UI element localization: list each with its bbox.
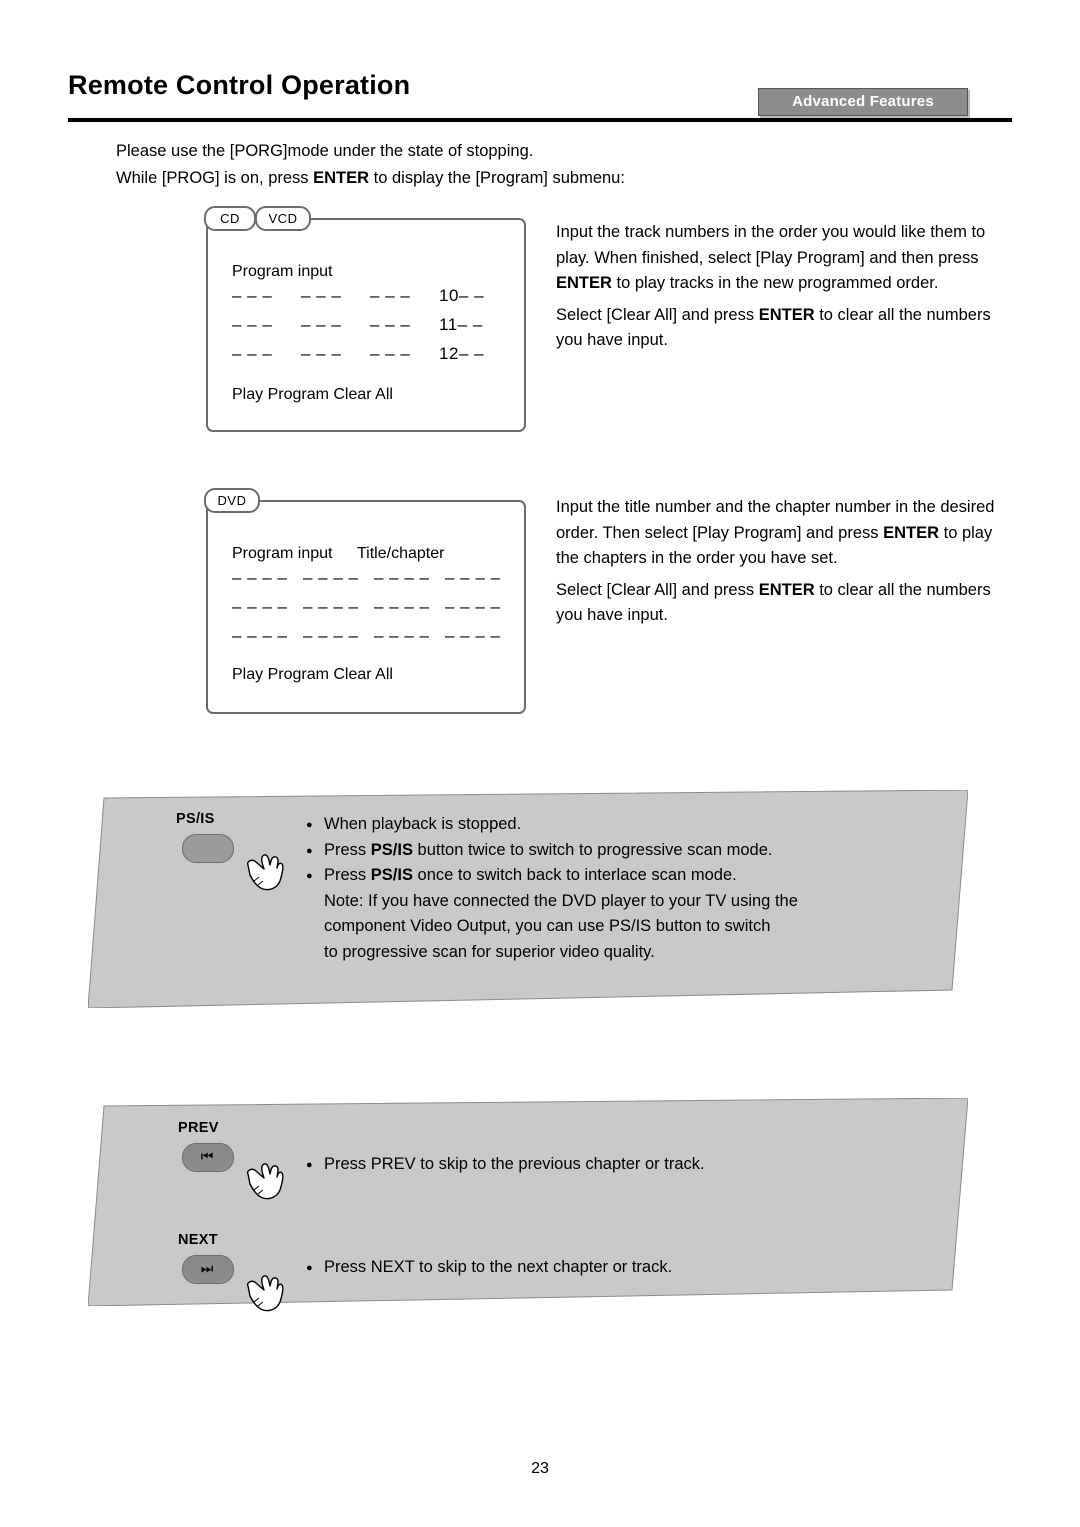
description-dvd-paragraph-1: Input the title number and the chapter n…	[556, 495, 1012, 572]
prev-instruction-list: Press PREV to skip to the previous chapt…	[306, 1152, 906, 1178]
description-dvd-paragraph-2: Select [Clear All] and press ENTER to cl…	[556, 578, 1012, 629]
description-cd-vcd: Input the track numbers in the order you…	[556, 220, 1012, 354]
osd-cd-cell-1-2: – – –	[301, 286, 342, 305]
psis-note-line-3: to progressive scan for superior video q…	[324, 942, 655, 961]
intro-line-2-part-c: to display the [Program] submenu:	[369, 169, 625, 187]
osd-dvd-cell-3-3: – – – –	[374, 626, 430, 645]
osd-dvd-cell-1-4: – – – –	[445, 568, 501, 587]
intro-text: Please use the [PORG]mode under the stat…	[116, 138, 625, 192]
psis-instruction-list: When playback is stopped. Press PS/IS bu…	[306, 812, 906, 965]
osd-cd-footer-options: Play Program Clear All	[232, 386, 393, 403]
header-divider	[68, 118, 1012, 122]
section-tab-label: Advanced Features	[792, 93, 934, 110]
psis-line-1-a: When playback is stopped.	[324, 815, 522, 833]
osd-dvd-cell-2-1: – – – –	[232, 597, 288, 616]
osd-cd-heading: Program input	[232, 263, 333, 280]
intro-line-1: Please use the [PORG]mode under the stat…	[116, 142, 534, 160]
osd-dvd-footer-options: Play Program Clear All	[232, 666, 393, 683]
osd-cd-cell-3-3: – – –	[370, 344, 411, 363]
psis-line-3: Press PS/IS once to switch back to inter…	[306, 863, 906, 889]
next-instruction-list: Press NEXT to skip to the next chapter o…	[306, 1255, 906, 1281]
next-button-label: NEXT	[178, 1232, 218, 1248]
page-number: 23	[531, 1460, 549, 1477]
psis-line-3-keyword: PS/IS	[370, 866, 413, 884]
description-cd-paragraph-2: Select [Clear All] and press ENTER to cl…	[556, 303, 1012, 354]
osd-dvd-cell-2-2: – – – –	[303, 597, 359, 616]
osd-dvd-cell-2-3: – – – –	[374, 597, 430, 616]
osd-cd-cell-1-1: – – –	[232, 286, 273, 305]
psis-line-2-c: button twice to switch to progressive sc…	[412, 840, 773, 859]
osd-cd-cell-1-4: 10– –	[439, 286, 485, 305]
osd-cd-cell-3-4: 12– –	[439, 344, 485, 363]
osd-dvd-cell-1-3: – – – –	[374, 568, 430, 587]
pointing-hand-icon-prev	[246, 1163, 284, 1200]
page-header: Remote Control Operation Advanced Featur…	[68, 70, 1012, 122]
intro-enter-keyword: ENTER	[313, 169, 370, 187]
osd-cd-cell-3-1: – – –	[232, 344, 273, 363]
osd-cd-row-1: – – – – – – – – – 10– –	[232, 286, 508, 306]
prev-button-label: PREV	[178, 1120, 219, 1136]
psis-line-2-keyword: PS/IS	[370, 840, 413, 859]
desc-cd-p1-enter: ENTER	[556, 274, 612, 292]
osd-cd-cell-2-2: – – –	[301, 315, 342, 334]
description-cd-paragraph-1: Input the track numbers in the order you…	[556, 220, 1012, 297]
osd-cd-cell-2-3: – – –	[370, 315, 411, 334]
osd-dvd-heading-title-chapter: Title/chapter	[357, 545, 445, 562]
osd-cd-cell-1-3: – – –	[370, 286, 411, 305]
osd-cd-cell-3-2: – – –	[301, 344, 342, 363]
desc-dvd-p1-enter: ENTER	[883, 523, 940, 542]
desc-cd-p1-a: Input the track numbers in the order you…	[556, 223, 986, 267]
next-skip-icon: ⏭	[200, 1260, 214, 1276]
psis-note-line-1: Note: If you have connected the DVD play…	[324, 891, 798, 910]
intro-line-2-part-a: While [PROG] is on, press	[116, 169, 314, 187]
desc-cd-p1-c: to play tracks in the new programmed ord…	[611, 274, 939, 292]
psis-line-2-a: Press	[324, 840, 371, 859]
osd-dvd-cell-2-4: – – – –	[445, 597, 501, 616]
intro-line-2: While [PROG] is on, press ENTER to displ…	[116, 165, 625, 192]
osd-dvd-cell-1-1: – – – –	[232, 568, 288, 587]
osd-dvd-cell-1-2: – – – –	[303, 568, 359, 587]
osd-cd-cell-2-4: 11– –	[439, 315, 483, 334]
psis-note-line-2: component Video Output, you can use PS/I…	[324, 917, 771, 935]
page-title: Remote Control Operation	[68, 70, 411, 100]
desc-dvd-p2-enter: ENTER	[758, 580, 815, 599]
psis-line-3-c: once to switch back to interlace scan mo…	[412, 866, 737, 884]
desc-cd-p2-a: Select [Clear All] and press	[556, 305, 759, 324]
psis-line-1: When playback is stopped.	[306, 812, 906, 838]
next-instruction-line: Press NEXT to skip to the next chapter o…	[306, 1255, 906, 1281]
prev-skip-icon: ⏮	[200, 1148, 214, 1164]
section-tab-advanced-features: Advanced Features	[758, 88, 968, 116]
osd-cd-row-3: – – – – – – – – – 12– –	[232, 344, 508, 364]
pointing-hand-icon-psis	[246, 854, 284, 891]
psis-line-2: Press PS/IS button twice to switch to pr…	[306, 838, 906, 864]
osd-dvd-heading: Program input	[232, 545, 333, 562]
osd-dvd-cell-3-2: – – – –	[303, 626, 359, 645]
osd-dvd-row-1: – – – – – – – – – – – – – – – –	[232, 568, 516, 588]
psis-button[interactable]	[182, 834, 234, 863]
disc-tag-cd: CD	[204, 206, 256, 231]
osd-cd-cell-2-1: – – –	[232, 315, 273, 334]
prev-instruction-line: Press PREV to skip to the previous chapt…	[306, 1152, 906, 1178]
osd-dvd-row-2: – – – – – – – – – – – – – – – –	[232, 597, 516, 617]
osd-dvd-cell-3-1: – – – –	[232, 626, 288, 645]
disc-tag-dvd: DVD	[204, 488, 260, 513]
osd-cd-row-2: – – – – – – – – – 11– –	[232, 315, 508, 335]
osd-dvd-cell-3-4: – – – –	[445, 626, 501, 645]
disc-tag-vcd: VCD	[255, 206, 311, 231]
pointing-hand-icon-next	[246, 1275, 284, 1312]
psis-button-label: PS/IS	[176, 811, 215, 827]
psis-line-3-a: Press	[324, 866, 371, 884]
desc-cd-p2-enter: ENTER	[758, 305, 815, 324]
description-dvd: Input the title number and the chapter n…	[556, 495, 1012, 629]
desc-dvd-p2-a: Select [Clear All] and press	[556, 580, 759, 599]
osd-dvd-row-3: – – – – – – – – – – – – – – – –	[232, 626, 516, 646]
